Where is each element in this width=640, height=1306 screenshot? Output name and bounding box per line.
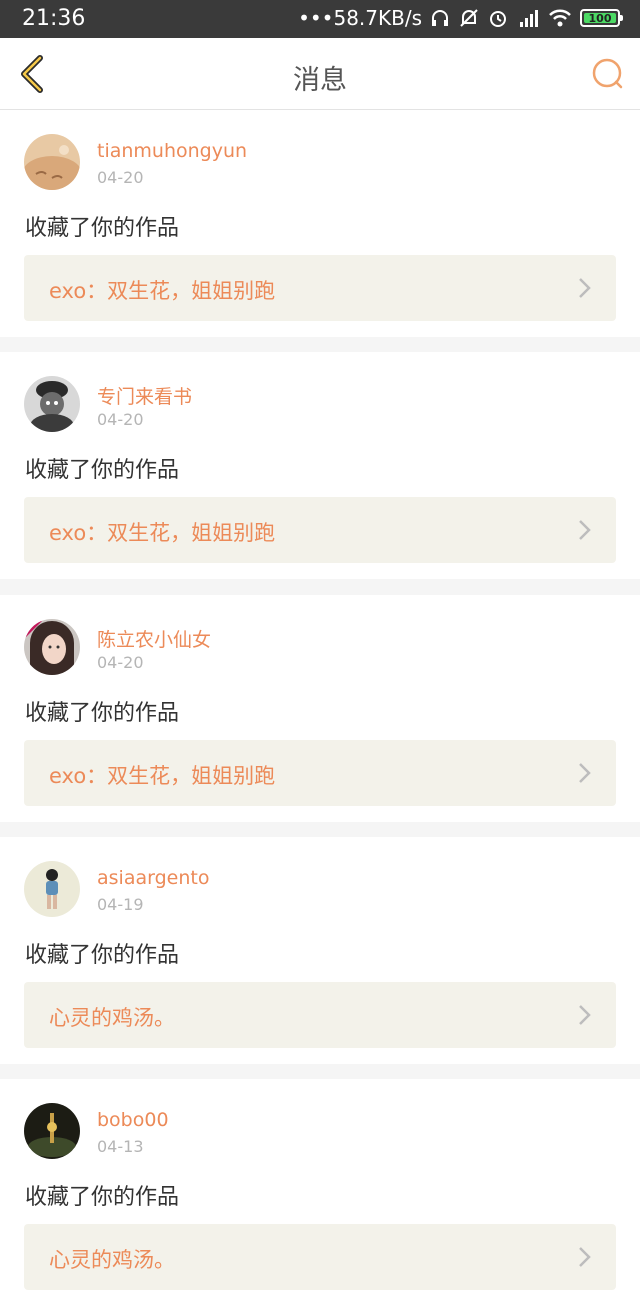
status-time: 21:36 [22, 6, 86, 31]
search-icon [592, 58, 623, 89]
username[interactable]: tianmuhongyun [97, 140, 247, 162]
message-card: tianmuhongyun 04-20 收藏了你的作品 exo：双生花，姐姐别跑 [0, 110, 640, 337]
search-button[interactable] [590, 56, 626, 92]
work-link[interactable]: exo：双生花，姐姐别跑 [24, 255, 616, 321]
work-title: exo：双生花，姐姐别跑 [49, 764, 276, 788]
work-link[interactable]: 心灵的鸡汤。 [24, 1224, 616, 1290]
network-speed: •••58.7KB/s [298, 6, 422, 30]
work-title: 心灵的鸡汤。 [49, 1248, 175, 1272]
message-card: 专门来看书 04-20 收藏了你的作品 exo：双生花，姐姐别跑 [0, 352, 640, 579]
status-icons: •••58.7KB/s 100 [298, 6, 623, 30]
battery-icon: 100 [580, 9, 623, 27]
message-card: bobo00 04-13 收藏了你的作品 心灵的鸡汤。 [0, 1079, 640, 1306]
work-title: exo：双生花，姐姐别跑 [49, 279, 276, 303]
action-text: 收藏了你的作品 [25, 701, 180, 726]
chevron-right-icon [579, 1005, 591, 1025]
action-text: 收藏了你的作品 [25, 216, 180, 241]
username[interactable]: 陈立农小仙女 [97, 625, 211, 652]
avatar[interactable] [24, 134, 80, 190]
avatar[interactable] [24, 861, 80, 917]
avatar[interactable] [24, 376, 80, 432]
message-date: 04-20 [97, 410, 144, 429]
message-date: 04-13 [97, 1137, 144, 1156]
message-card: asiaargento 04-19 收藏了你的作品 心灵的鸡汤。 [0, 837, 640, 1064]
battery-level: 100 [588, 11, 612, 25]
chevron-right-icon [579, 1247, 591, 1267]
app-header: 消息 [0, 38, 640, 110]
chevron-right-icon [579, 520, 591, 540]
work-link[interactable]: exo：双生花，姐姐别跑 [24, 740, 616, 806]
work-title: exo：双生花，姐姐别跑 [49, 521, 276, 545]
wifi-icon [548, 8, 572, 28]
work-link[interactable]: exo：双生花，姐姐别跑 [24, 497, 616, 563]
alarm-icon [488, 8, 508, 28]
action-text: 收藏了你的作品 [25, 943, 180, 968]
chevron-right-icon [579, 763, 591, 783]
status-bar: 21:36 •••58.7KB/s 100 [0, 0, 640, 38]
message-card: 陈立农小仙女 04-20 收藏了你的作品 exo：双生花，姐姐别跑 [0, 595, 640, 822]
avatar[interactable] [24, 619, 80, 675]
hd-signal-icon [516, 8, 540, 28]
username[interactable]: 专门来看书 [97, 382, 192, 409]
work-title: 心灵的鸡汤。 [49, 1006, 175, 1030]
headphones-icon [430, 8, 450, 28]
username[interactable]: bobo00 [97, 1109, 169, 1131]
mute-bell-icon [458, 8, 480, 28]
avatar[interactable] [24, 1103, 80, 1159]
message-date: 04-20 [97, 168, 144, 187]
username[interactable]: asiaargento [97, 867, 209, 889]
work-link[interactable]: 心灵的鸡汤。 [24, 982, 616, 1048]
action-text: 收藏了你的作品 [25, 1185, 180, 1210]
message-date: 04-19 [97, 895, 144, 914]
message-date: 04-20 [97, 653, 144, 672]
action-text: 收藏了你的作品 [25, 458, 180, 483]
page-title: 消息 [293, 65, 347, 96]
chevron-right-icon [579, 278, 591, 298]
